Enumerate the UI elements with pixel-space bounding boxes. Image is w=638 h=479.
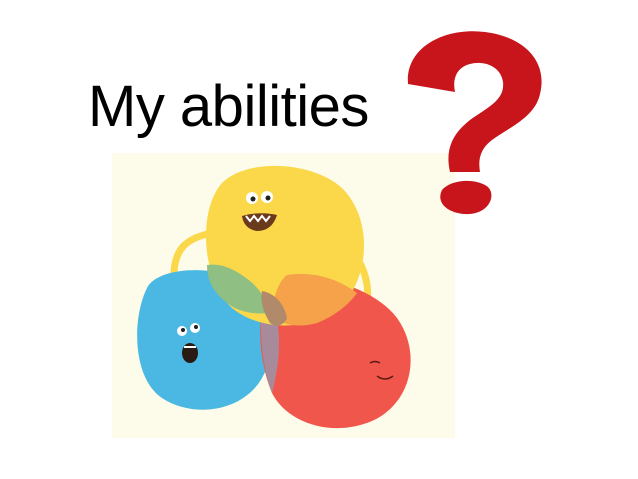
question-mark-curve [407, 31, 542, 172]
yellow-right-pupil [265, 195, 271, 201]
blue-right-pupil [194, 325, 198, 329]
question-mark-dot [440, 180, 492, 215]
yellow-left-pupil [250, 196, 256, 202]
blue-left-pupil [181, 328, 185, 332]
slide: My abilities [0, 0, 638, 479]
question-mark-svg [407, 31, 542, 215]
slide-title: My abilities [88, 74, 369, 139]
question-mark-icon [400, 22, 550, 222]
